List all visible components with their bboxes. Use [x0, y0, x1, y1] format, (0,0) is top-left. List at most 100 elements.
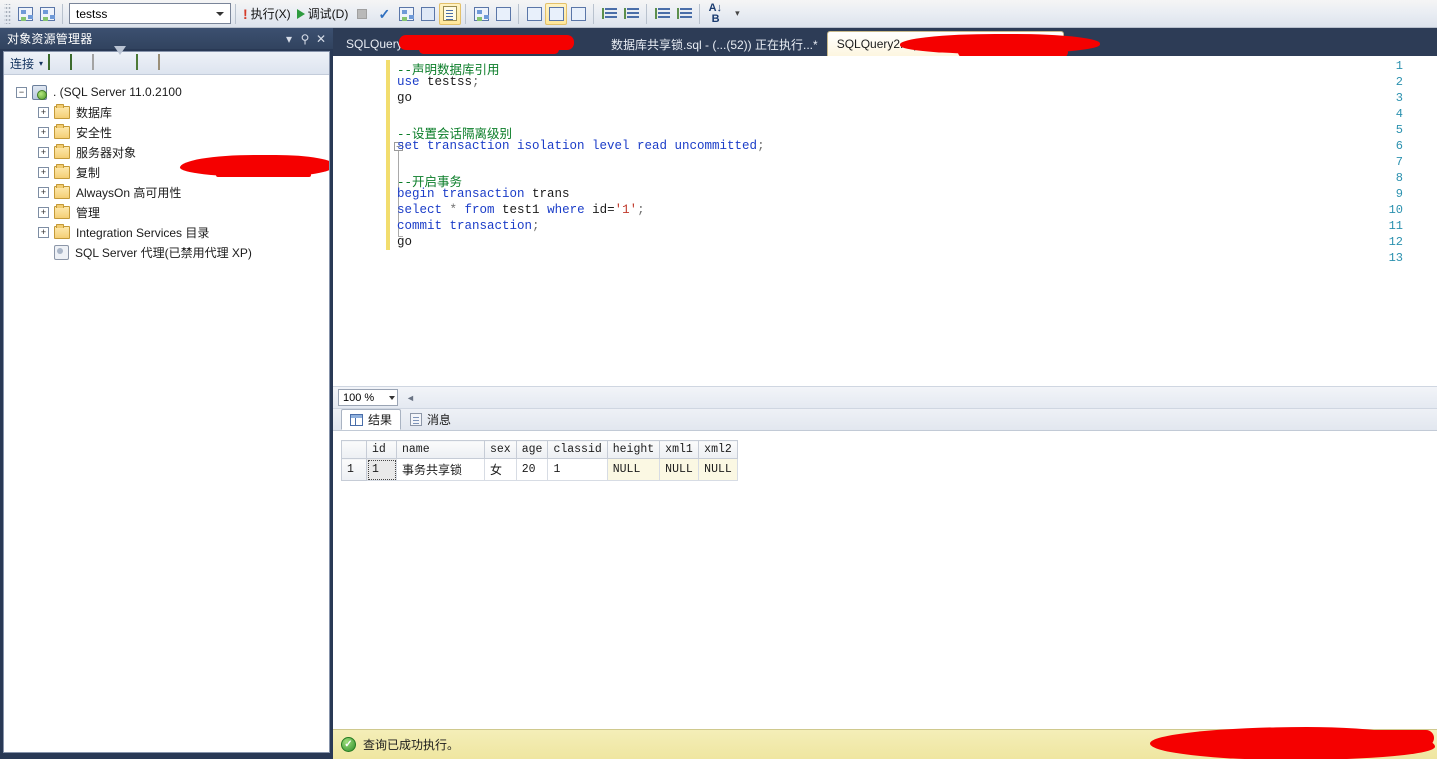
results-to-text-button-2[interactable]	[523, 3, 545, 25]
cell-sex[interactable]: 女	[484, 458, 517, 481]
tree-node-label: 数据库	[76, 105, 113, 120]
cell-name[interactable]: 事务共享锁	[396, 458, 485, 481]
line-number: 11	[1388, 219, 1403, 233]
results-to-grid-button[interactable]	[545, 2, 568, 25]
expander-plus-icon[interactable]: +	[38, 126, 49, 138]
line-number: 9	[1395, 187, 1403, 201]
column-header-sex[interactable]: sex	[484, 440, 517, 459]
query-options-button[interactable]	[417, 3, 439, 25]
column-header-id[interactable]: id	[366, 440, 397, 459]
column-header-classid[interactable]: classid	[547, 440, 608, 459]
expander-plus-icon[interactable]: +	[38, 146, 49, 158]
editor-zoom-bar: 100 % ◄	[333, 386, 1437, 408]
table-row[interactable]: 1 1 事务共享锁 女 20 1 NULL NULL NULL	[341, 458, 739, 481]
script-icon[interactable]	[158, 54, 175, 71]
server-icon	[32, 84, 47, 100]
tab-results[interactable]: 结果	[341, 409, 402, 430]
disconnect-object-explorer-icon[interactable]	[70, 54, 87, 71]
close-icon[interactable]: ✕	[313, 32, 329, 46]
comment-button[interactable]	[598, 3, 620, 25]
tab-sqlquery2[interactable]: SQLQuery2.sql )* ✕	[826, 31, 1100, 57]
results-to-file-button[interactable]	[567, 3, 589, 25]
expander-plus-icon[interactable]: +	[38, 206, 49, 218]
object-explorer-title-bar: 对象资源管理器 ▾ ⚲ ✕	[0, 28, 333, 49]
column-header-name[interactable]: name	[396, 440, 485, 459]
line-number: 4	[1395, 107, 1403, 121]
expander-plus-icon[interactable]: +	[38, 226, 49, 238]
code-token: from	[464, 203, 503, 217]
estimated-plan-button[interactable]	[395, 3, 417, 25]
code-line-2: use testss;	[397, 75, 480, 89]
decrease-indent-button[interactable]	[673, 3, 695, 25]
new-query-button[interactable]	[14, 3, 36, 25]
tree-node-replication[interactable]: + 复制	[4, 162, 329, 182]
results-to-text-button[interactable]	[439, 2, 462, 25]
tab-sqlquery3[interactable]: SQLQuery3.sql	[337, 32, 602, 56]
code-token: commit transaction	[397, 219, 533, 233]
tree-node-server-objects[interactable]: + 服务器对象	[4, 142, 329, 162]
cell-height[interactable]: NULL	[606, 458, 661, 481]
expander-minus-icon[interactable]: −	[16, 86, 27, 98]
actual-plan-button[interactable]	[470, 3, 492, 25]
connect-object-explorer-icon[interactable]	[48, 54, 65, 71]
new-query-with-connection-button[interactable]	[36, 3, 58, 25]
folder-icon	[54, 223, 70, 239]
client-statistics-button[interactable]	[492, 3, 514, 25]
tree-node-databases[interactable]: + 数据库	[4, 102, 329, 122]
stop-icon[interactable]	[92, 54, 109, 71]
tree-node-server[interactable]: − . (SQL Server 11.0.2100	[4, 82, 329, 102]
expander-plus-icon[interactable]: +	[38, 166, 49, 178]
pin-icon[interactable]: ⚲	[297, 32, 313, 46]
expander-plus-icon[interactable]: +	[38, 186, 49, 198]
column-header-xml1[interactable]: xml1	[659, 440, 700, 459]
cell-xml1[interactable]: NULL	[659, 458, 700, 481]
tree-node-integration-services[interactable]: + Integration Services 目录	[4, 222, 329, 242]
filter-icon[interactable]	[114, 46, 131, 71]
cell-classid[interactable]: 1	[547, 458, 608, 481]
tree-node-management[interactable]: + 管理	[4, 202, 329, 222]
cell-id[interactable]: 1	[366, 458, 397, 481]
line-number: 5	[1395, 123, 1403, 137]
execute-button[interactable]: ! 执行(X)	[240, 3, 294, 25]
uncomment-button[interactable]	[620, 3, 642, 25]
debug-button[interactable]: 调试(D)	[294, 3, 352, 25]
connect-label[interactable]: 连接	[10, 55, 34, 72]
toolbar-overflow-button[interactable]: ▾	[726, 3, 748, 25]
sort-button[interactable]: A↓ B	[704, 2, 726, 25]
cell-xml2[interactable]: NULL	[698, 458, 739, 481]
tree-node-security[interactable]: + 安全性	[4, 122, 329, 142]
refresh-icon[interactable]	[136, 54, 153, 71]
zoom-value: 100 %	[343, 391, 375, 404]
table-header-row: id name sex age classid height xml1 xml2	[341, 440, 739, 459]
expander-plus-icon[interactable]: +	[38, 106, 49, 118]
zoom-combo[interactable]: 100 %	[338, 389, 398, 406]
line-number: 7	[1395, 155, 1403, 169]
database-combo[interactable]: testss	[69, 3, 231, 24]
chevron-down-icon[interactable]: ▾	[39, 59, 43, 68]
message-icon	[410, 413, 423, 426]
results-grid[interactable]: id name sex age classid height xml1 xml2	[341, 440, 739, 481]
tab-label-suffix: )*	[1026, 37, 1035, 51]
tab-database-shared-lock[interactable]: 数据库共享锁.sql - (...(52)) 正在执行...*	[602, 32, 827, 56]
column-header-height[interactable]: height	[606, 440, 661, 459]
column-header-age[interactable]: age	[515, 440, 549, 459]
close-icon[interactable]: ✕	[1044, 36, 1055, 52]
cell-age[interactable]: 20	[515, 458, 549, 481]
debug-label: 调试(D)	[307, 7, 349, 21]
sql-code-editor[interactable]: 1 2 3 4 5 6 7 8 9 10 11 12 13 − --声明数据库引…	[333, 56, 1437, 386]
scroll-left-icon[interactable]: ◄	[406, 393, 415, 403]
column-header-xml2[interactable]: xml2	[698, 440, 739, 459]
toolbar-grip[interactable]	[4, 3, 11, 24]
tab-messages[interactable]: 消息	[401, 409, 460, 430]
parse-button[interactable]: ✓	[373, 3, 395, 25]
row-header-corner[interactable]	[341, 440, 367, 459]
tree-node-alwayson[interactable]: + AlwaysOn 高可用性	[4, 182, 329, 202]
row-number[interactable]: 1	[341, 458, 367, 481]
chevron-down-icon[interactable]: ▾	[281, 32, 297, 46]
main-toolbar: testss ! 执行(X) 调试(D) ✓ A↓ B ▾	[0, 0, 1437, 28]
tree-node-sql-server-agent[interactable]: SQL Server 代理(已禁用代理 XP)	[4, 242, 329, 262]
stop-button[interactable]	[351, 3, 373, 25]
increase-indent-button[interactable]	[651, 3, 673, 25]
tab-label: 数据库共享锁.sql - (...(52)) 正在执行...*	[611, 37, 818, 52]
increase-indent-icon	[654, 7, 670, 20]
